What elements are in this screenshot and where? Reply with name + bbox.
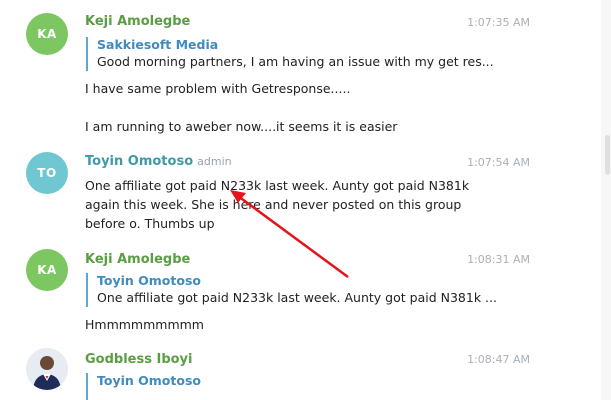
avatar[interactable]	[26, 348, 68, 390]
reply-author: Toyin Omotoso	[97, 273, 201, 288]
scrollbar-thumb[interactable]	[605, 135, 610, 175]
message-item[interactable]: TO Toyin Omotoso admin 1:07:54 AM One aff…	[0, 140, 600, 240]
message-time: 1:08:31 AM	[467, 253, 530, 266]
message-time: 1:08:47 AM	[467, 353, 530, 366]
admin-badge: admin	[197, 155, 232, 168]
message-text: I have same problem with Getresponse....…	[85, 81, 398, 134]
reply-author: Sakkiesoft Media	[97, 37, 219, 52]
reply-author: Toyin Omotoso	[97, 373, 201, 388]
message-author[interactable]: Godbless Iboyi	[85, 352, 193, 367]
reply-text: One affiliate got paid N233k last week. …	[97, 290, 497, 305]
reply-quote[interactable]: Toyin Omotoso	[86, 373, 497, 400]
message-item[interactable]: Godbless Iboyi 1:08:47 AM Toyin Omotoso	[0, 340, 600, 400]
message-author[interactable]: Keji Amolegbe	[85, 14, 190, 29]
avatar[interactable]: KA	[26, 249, 68, 291]
reply-quote[interactable]: Toyin Omotoso One affiliate got paid N23…	[86, 273, 497, 307]
reply-quote[interactable]: Sakkiesoft Media Good morning partners, …	[86, 37, 497, 71]
scrollbar[interactable]	[601, 0, 611, 400]
message-author[interactable]: Toyin Omotoso admin	[85, 154, 232, 169]
message-time: 1:07:54 AM	[467, 156, 530, 169]
message-item[interactable]: KA Keji Amolegbe 1:07:35 AM Sakkiesoft M…	[0, 0, 600, 140]
message-item[interactable]: KA Keji Amolegbe 1:08:31 AM Toyin Omotos…	[0, 240, 600, 340]
reply-text: Good morning partners, I am having an is…	[97, 54, 494, 69]
avatar[interactable]: KA	[26, 13, 68, 55]
message-time: 1:07:35 AM	[467, 16, 530, 29]
message-author[interactable]: Keji Amolegbe	[85, 252, 190, 267]
user-photo-icon	[26, 348, 68, 390]
message-text: One affiliate got paid N233k last week. …	[85, 178, 470, 231]
avatar[interactable]: TO	[26, 152, 68, 194]
message-text: Hmmmmmmmmm	[85, 317, 204, 332]
chat-history: KA Keji Amolegbe 1:07:35 AM Sakkiesoft M…	[0, 0, 611, 400]
